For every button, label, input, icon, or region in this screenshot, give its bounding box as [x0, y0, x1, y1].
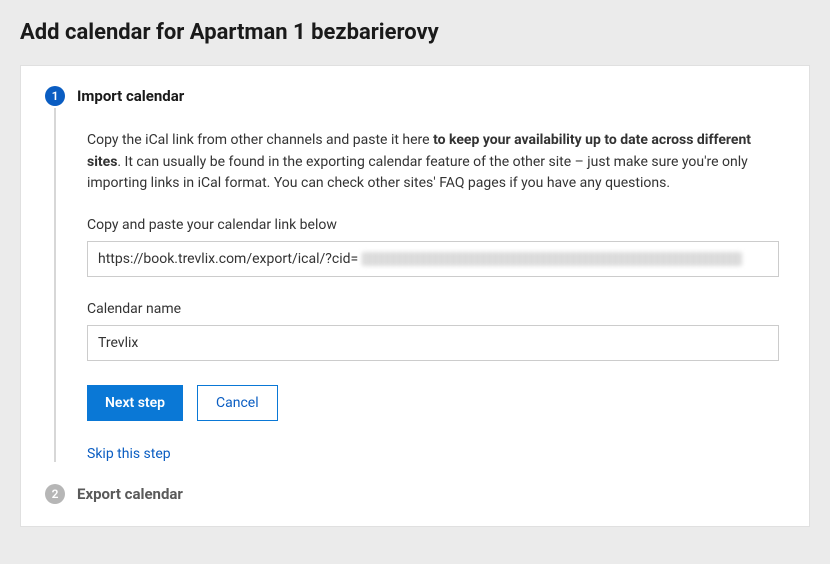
step-number-1: 1: [52, 89, 59, 103]
calendar-name-label: Calendar name: [87, 301, 779, 317]
import-instruction: Copy the iCal link from other channels a…: [87, 130, 779, 195]
step-number-2: 2: [52, 487, 59, 501]
calendar-link-input[interactable]: https://book.trevlix.com/export/ical/?ci…: [87, 241, 779, 277]
instruction-post: . It can usually be found in the exporti…: [87, 154, 748, 192]
calendar-name-input[interactable]: [87, 325, 779, 361]
step-import-body: Copy the iCal link from other channels a…: [87, 130, 779, 462]
skip-step-link[interactable]: Skip this step: [87, 446, 171, 462]
wizard-card: 1 Import calendar Copy the iCal link fro…: [20, 65, 810, 527]
calendar-name-field-group: Calendar name: [87, 301, 779, 361]
page-title: Add calendar for Apartman 1 bezbarierovy: [20, 20, 810, 45]
button-row: Next step Cancel: [87, 385, 779, 421]
steps-container: 1 Import calendar Copy the iCal link fro…: [45, 86, 779, 504]
next-step-button[interactable]: Next step: [87, 385, 183, 421]
calendar-link-label: Copy and paste your calendar link below: [87, 217, 779, 233]
step-badge-2: 2: [45, 484, 65, 504]
step-title-export: Export calendar: [77, 484, 779, 504]
step-import: 1 Import calendar Copy the iCal link fro…: [45, 86, 779, 462]
instruction-pre: Copy the iCal link from other channels a…: [87, 132, 433, 148]
cancel-button[interactable]: Cancel: [197, 385, 278, 421]
step-badge-1: 1: [45, 86, 65, 106]
calendar-link-field-group: Copy and paste your calendar link below …: [87, 217, 779, 277]
page-container: Add calendar for Apartman 1 bezbarierovy…: [0, 0, 830, 527]
step-title-import: Import calendar: [77, 86, 779, 106]
calendar-link-visible-value: https://book.trevlix.com/export/ical/?ci…: [98, 251, 358, 267]
step-connector-line: [54, 108, 56, 462]
step-export: 2 Export calendar: [45, 484, 779, 504]
calendar-link-obscured-part: [362, 252, 742, 266]
